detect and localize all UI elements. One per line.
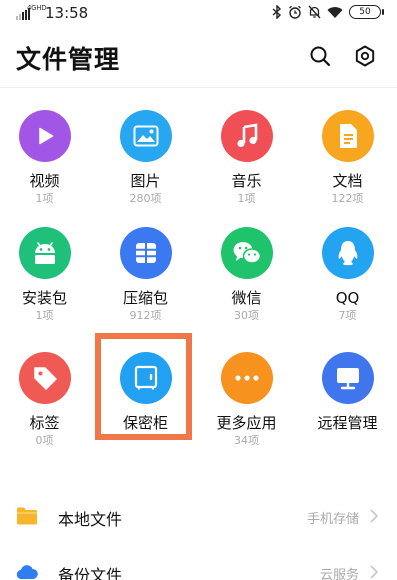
category-label: 文档 (332, 172, 363, 190)
cloud-icon (16, 565, 38, 580)
category-count: 30项 (234, 309, 259, 322)
wechat-icon (220, 227, 273, 279)
settings-button[interactable] (351, 42, 379, 70)
list-item-detail: 云服务 (319, 568, 359, 580)
archive-icon (119, 227, 172, 279)
category-count: 912项 (129, 309, 162, 322)
category-safe[interactable]: 保密柜 (96, 350, 195, 462)
category-label: 微信 (231, 289, 262, 307)
category-label: 视频 (29, 172, 60, 190)
tag-icon (18, 352, 71, 404)
status-right: 50 (272, 5, 384, 19)
folder-icon (17, 507, 37, 525)
category-remote-management[interactable]: 远程管理 (298, 350, 397, 462)
category-video[interactable]: 视频 1项 (0, 108, 94, 220)
android-icon (18, 227, 71, 279)
category-label: QQ (335, 289, 360, 307)
category-apk[interactable]: 安装包 1项 (0, 225, 94, 337)
battery-level: 50 (359, 7, 371, 17)
category-label: 安装包 (21, 289, 67, 307)
clock-time: 13:58 (45, 4, 89, 22)
category-label: 保密柜 (122, 414, 168, 432)
list-item-backup-files[interactable]: 备份文件 云服务 (0, 548, 397, 580)
category-label: 远程管理 (317, 414, 378, 432)
list-item-label: 备份文件 (58, 566, 123, 580)
search-button[interactable] (306, 42, 334, 70)
category-count: 280项 (129, 192, 162, 205)
mute-bell-icon (308, 5, 321, 19)
category-wechat[interactable]: 微信 30项 (197, 225, 296, 337)
category-count: 34项 (234, 434, 259, 447)
alarm-icon (289, 5, 301, 19)
category-music[interactable]: 音乐 1项 (197, 108, 296, 220)
image-icon (119, 110, 172, 162)
list-item-detail: 手机存储 (306, 512, 359, 527)
header-divider (0, 87, 397, 88)
category-label: 更多应用 (216, 414, 277, 432)
category-images[interactable]: 图片 280项 (96, 108, 195, 220)
bluetooth-icon (272, 5, 282, 19)
category-count: 0项 (35, 434, 54, 447)
search-icon (310, 46, 331, 67)
chevron-right-icon (370, 509, 379, 523)
status-left: 4GHD 13:58 (16, 4, 88, 22)
category-label: 图片 (130, 172, 161, 190)
category-label: 标签 (29, 414, 60, 432)
more-icon (220, 352, 273, 404)
category-count: 1项 (237, 192, 256, 205)
category-qq[interactable]: QQ 7项 (298, 225, 397, 337)
page-title: 文件管理 (16, 45, 121, 74)
play-icon (18, 110, 71, 162)
list-item-label: 本地文件 (58, 510, 123, 529)
category-tags[interactable]: 标签 0项 (0, 350, 94, 462)
monitor-icon (321, 352, 374, 404)
category-count: 1项 (35, 309, 54, 322)
music-note-icon (220, 110, 273, 162)
category-count: 7项 (338, 309, 357, 322)
battery-icon: 50 (349, 5, 384, 19)
category-count: 1项 (35, 192, 54, 205)
gear-icon (355, 45, 375, 67)
qq-icon (321, 227, 374, 279)
category-documents[interactable]: 文档 122项 (298, 108, 397, 220)
chevron-right-icon (370, 565, 379, 579)
category-label: 音乐 (231, 172, 262, 190)
category-archives[interactable]: 压缩包 912项 (96, 225, 195, 337)
category-count: 122项 (331, 192, 364, 205)
category-more-apps[interactable]: 更多应用 34项 (197, 350, 296, 462)
document-icon (321, 110, 374, 162)
list-item-local-files[interactable]: 本地文件 手机存储 (0, 492, 397, 542)
category-label: 压缩包 (122, 289, 168, 307)
wifi-icon (327, 6, 343, 18)
status-bar: 4GHD 13:58 50 (0, 0, 397, 28)
signal-icon: 4GHD (16, 4, 47, 20)
safe-icon (119, 352, 172, 404)
